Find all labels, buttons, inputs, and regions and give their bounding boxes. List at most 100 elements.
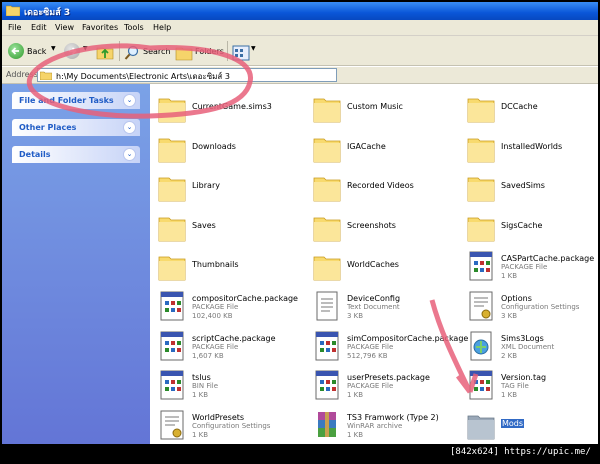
package-file-icon bbox=[469, 251, 493, 281]
file-item[interactable]: WorldPresets Configuration Settings 1 KB bbox=[150, 407, 300, 444]
file-item[interactable]: DeviceConfig Text Document 3 KB bbox=[305, 288, 455, 326]
file-item[interactable]: tslus BIN File 1 KB bbox=[150, 367, 300, 405]
folder-item[interactable]: Recorded Videos bbox=[305, 169, 455, 207]
item-name: WorldPresets bbox=[192, 412, 245, 422]
item-type: Configuration Settings bbox=[192, 421, 271, 430]
package-file-icon bbox=[315, 370, 339, 400]
item-size: 2 KB bbox=[501, 351, 518, 360]
item-size: 1 KB bbox=[501, 391, 518, 400]
folder-item[interactable]: Thumbnails bbox=[150, 248, 300, 286]
file-item[interactable]: CASPartCache.package PACKAGE File 1 KB bbox=[459, 248, 598, 286]
file-item[interactable]: compositorCache.package PACKAGE File 102,4… bbox=[150, 288, 300, 326]
file-item[interactable]: scriptCache.package PACKAGE File 1,607 KB bbox=[150, 328, 300, 366]
folders-icon[interactable] bbox=[175, 43, 193, 63]
folder-item[interactable]: SigsCache bbox=[459, 209, 598, 247]
task-label: Other Places bbox=[19, 123, 77, 132]
folder-item[interactable]: DCCache bbox=[459, 90, 598, 128]
chevron-down-icon[interactable]: ⌄ bbox=[123, 148, 136, 161]
folder-item[interactable]: Saves bbox=[150, 209, 300, 247]
file-item[interactable]: Options Configuration Settings 3 KB bbox=[459, 288, 598, 326]
folder-item[interactable]: WorldCaches bbox=[305, 248, 455, 286]
folder-item[interactable]: IGACache bbox=[305, 130, 455, 168]
file-item[interactable]: simCompositorCache.package PACKAGE File 51… bbox=[305, 328, 468, 366]
item-size: 512,796 KB bbox=[347, 351, 388, 360]
views-dropdown-icon[interactable]: ▼ bbox=[251, 45, 256, 52]
forward-dropdown-icon[interactable]: ▼ bbox=[83, 45, 88, 52]
item-size: 1 KB bbox=[347, 430, 364, 439]
file-item[interactable]: userPresets.package PACKAGE File 1 KB bbox=[305, 367, 455, 405]
folder-item[interactable]: CurrentGame.sims3 bbox=[150, 90, 300, 128]
file-item[interactable]: Version.tag TAG File 1 KB bbox=[459, 367, 598, 405]
address-field[interactable]: h:\My Documents\Electronic Arts\เดอะซิมส… bbox=[37, 68, 337, 82]
item-name: Sims3Logs bbox=[501, 333, 544, 343]
menu-file[interactable]: File bbox=[8, 23, 21, 32]
back-label: Back bbox=[27, 47, 47, 56]
item-size: 3 KB bbox=[347, 312, 364, 320]
title-bar[interactable]: เดอะซิมส์ 3 bbox=[2, 2, 598, 20]
task-details[interactable]: Details ⌄ bbox=[12, 146, 140, 163]
file-item[interactable]: TS3 Framwork (Type 2) WinRAR archive 1 KB bbox=[305, 407, 455, 444]
task-pane: File and Folder Tasks ⌄ Other Places ⌄ D… bbox=[2, 84, 150, 444]
folder-icon bbox=[158, 217, 186, 242]
folder-icon bbox=[6, 5, 20, 16]
folder-icon bbox=[467, 415, 495, 440]
toolbar: Back ▼ ▼ Search Folders ▼ bbox=[2, 36, 598, 66]
folder-item[interactable]: Downloads bbox=[150, 130, 300, 168]
task-file-folder[interactable]: File and Folder Tasks ⌄ bbox=[12, 92, 140, 109]
toolbar-separator bbox=[227, 41, 228, 61]
folder-icon bbox=[158, 177, 186, 202]
back-arrow-icon bbox=[11, 47, 19, 55]
package-file-icon bbox=[160, 370, 184, 400]
folder-icon bbox=[158, 98, 186, 123]
menu-bar: File Edit View Favorites Tools Help bbox=[2, 20, 598, 36]
menu-edit[interactable]: Edit bbox=[31, 23, 47, 32]
item-size: 1 KB bbox=[501, 272, 518, 281]
item-name: InstalledWorlds bbox=[501, 141, 563, 151]
folder-icon bbox=[158, 138, 186, 162]
menu-tools[interactable]: Tools bbox=[124, 23, 144, 32]
folder-item[interactable]: InstalledWorlds bbox=[459, 130, 598, 168]
item-size: 102,400 KB bbox=[192, 312, 233, 320]
text-file-icon bbox=[316, 291, 338, 321]
folder-item[interactable]: Library bbox=[150, 169, 300, 207]
chevron-down-icon[interactable]: ⌄ bbox=[123, 94, 136, 107]
file-item[interactable]: Sims3Logs XML Document 2 KB bbox=[459, 328, 598, 366]
item-type: PACKAGE File bbox=[501, 263, 548, 272]
package-file-icon bbox=[160, 331, 184, 361]
folder-item[interactable]: Screenshots bbox=[305, 209, 455, 247]
search-icon[interactable] bbox=[124, 43, 140, 63]
item-name: simCompositorCache.package bbox=[347, 333, 469, 343]
folder-icon bbox=[313, 256, 341, 281]
item-type: TAG File bbox=[501, 382, 529, 391]
folder-item[interactable]: SavedSims bbox=[459, 169, 598, 207]
back-button[interactable] bbox=[8, 43, 24, 59]
item-name: WorldCaches bbox=[347, 260, 399, 270]
chevron-down-icon[interactable]: ⌄ bbox=[123, 121, 136, 134]
menu-help[interactable]: Help bbox=[153, 23, 171, 32]
item-name: CurrentGame.sims3 bbox=[192, 102, 272, 111]
file-list[interactable]: CurrentGame.sims3 Custom Music DCCache Down… bbox=[150, 84, 598, 444]
item-name: Thumbnails bbox=[192, 260, 239, 270]
menu-view[interactable]: View bbox=[55, 23, 74, 32]
folder-icon bbox=[467, 217, 495, 242]
item-name: scriptCache.package bbox=[192, 333, 276, 343]
address-label: Address bbox=[6, 70, 38, 79]
item-name: Library bbox=[192, 181, 220, 191]
task-other-places[interactable]: Other Places ⌄ bbox=[12, 119, 140, 136]
up-folder-icon[interactable] bbox=[96, 42, 114, 62]
search-label[interactable]: Search bbox=[143, 47, 170, 56]
views-icon[interactable] bbox=[232, 43, 250, 63]
item-type: XML Document bbox=[501, 342, 555, 351]
back-dropdown-icon[interactable]: ▼ bbox=[51, 45, 56, 52]
folder-icon bbox=[467, 138, 495, 162]
folder-icon bbox=[313, 177, 341, 202]
item-name: Mods bbox=[501, 418, 525, 428]
folder-item[interactable]: Mods bbox=[459, 407, 598, 444]
folder-item[interactable]: Custom Music bbox=[305, 90, 455, 128]
menu-favorites[interactable]: Favorites bbox=[82, 23, 118, 32]
forward-button[interactable] bbox=[64, 43, 80, 59]
folder-icon bbox=[467, 98, 495, 123]
folders-label[interactable]: Folders bbox=[195, 47, 224, 56]
item-name: Recorded Videos bbox=[347, 181, 414, 191]
config-file-icon bbox=[160, 410, 184, 440]
